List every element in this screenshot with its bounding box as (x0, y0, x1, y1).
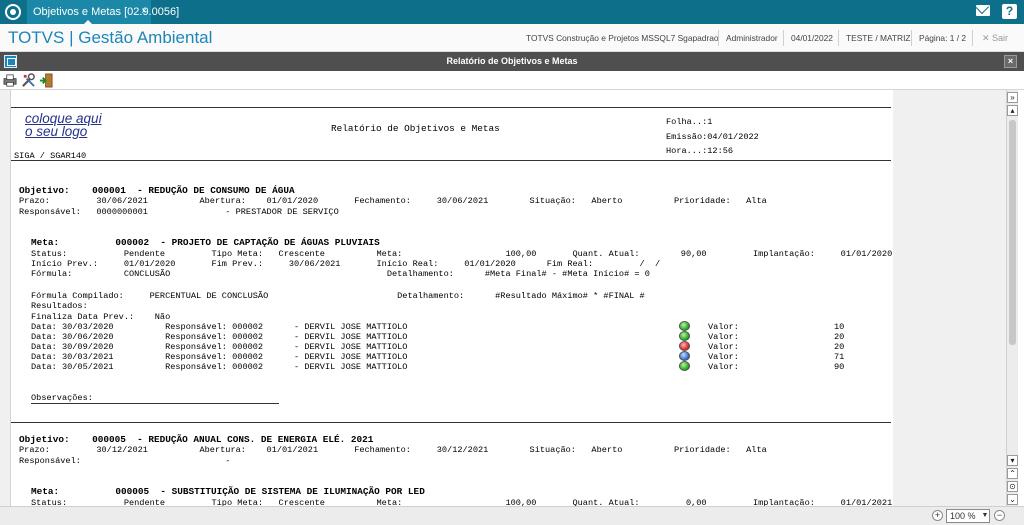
user-info[interactable]: Administrador (726, 24, 778, 52)
result-row: Data: 30/05/2021 Responsável: 000002 - D… (31, 362, 408, 372)
bottom-zoom-bar: + 100 % ▼ − (0, 506, 1024, 525)
result-valor: 90 (834, 362, 845, 372)
divider (11, 107, 891, 108)
status-green-icon (679, 321, 690, 331)
report-emissao: Emissão:04/01/2022 (666, 132, 759, 142)
status-blue-icon (679, 351, 690, 361)
divider (718, 30, 719, 46)
window-title-bar: Relatório de Objetivos e Metas × (0, 52, 1024, 71)
result-valor-label: Valor: (708, 342, 739, 352)
objective-line: Prazo: 30/06/2021 Abertura: 01/01/2020 F… (19, 196, 767, 206)
report-toolbar (0, 71, 1024, 90)
observacoes-label: Observações: (31, 393, 93, 403)
meta-line: Status: Pendente Tipo Meta: Crescente Me… (31, 249, 893, 259)
result-valor-label: Valor: (708, 322, 739, 332)
top-tab-bar: Objetivos e Metas [02.9.0056] × ? (0, 0, 1024, 24)
page-up-icon[interactable]: ⌃ (1007, 468, 1018, 479)
divider (838, 30, 839, 46)
result-valor-label: Valor: (708, 362, 739, 372)
status-green-icon (679, 361, 690, 371)
report-folha: Folha..:1 (666, 117, 713, 127)
settings-tools-icon[interactable] (21, 73, 36, 88)
meta-line: Finaliza Data Prev.: Não (31, 312, 171, 322)
result-valor-label: Valor: (708, 352, 739, 362)
app-header: TOTVS | Gestão Ambiental TOTVS Construçã… (0, 24, 1024, 52)
zoom-in-icon[interactable]: + (932, 510, 943, 521)
date-info[interactable]: 04/01/2022 (791, 24, 833, 52)
divider (11, 422, 891, 423)
result-valor: 10 (834, 322, 845, 332)
result-row: Data: 30/06/2020 Responsável: 000002 - D… (31, 332, 408, 342)
window-menu-icon[interactable] (4, 55, 17, 68)
divider (911, 30, 912, 46)
exit-door-icon[interactable] (39, 73, 54, 88)
report-viewport[interactable]: coloque aqui o seu logo Relatório de Obj… (0, 90, 1006, 506)
zoom-value: 100 % (950, 511, 976, 521)
meta-line: Fórmula Compilado: PERCENTUAL DE CONCLUS… (31, 291, 645, 301)
meta-line: Fórmula: CONCLUSÃO Detalhamento: #Meta F… (31, 269, 650, 279)
result-valor: 20 (834, 332, 845, 342)
window-close-button[interactable]: × (1004, 55, 1017, 68)
tab-label: Objetivos e Metas [02.9.0056] (33, 6, 180, 18)
page-down-icon[interactable]: ⌄ (1007, 494, 1018, 505)
result-valor: 20 (834, 342, 845, 352)
result-valor-label: Valor: (708, 332, 739, 342)
print-icon[interactable] (3, 73, 18, 88)
objective-line: Responsável: 0000000001 - PRESTADOR DE S… (19, 207, 339, 217)
divider (972, 30, 973, 46)
objective-line: Prazo: 30/12/2021 Abertura: 01/01/2021 F… (19, 445, 767, 455)
chevron-down-icon[interactable]: ▼ (980, 510, 990, 522)
scroll-up-icon[interactable]: ▴ (1007, 105, 1018, 116)
page-info: Página: 1 / 2 (919, 33, 967, 43)
meta-line: Resultados: (31, 301, 88, 311)
result-row: Data: 30/03/2020 Responsável: 000002 - D… (31, 322, 408, 332)
scroll-page-right-icon[interactable]: » (1007, 92, 1018, 103)
logo-text-line: o seu logo (25, 124, 88, 139)
help-icon[interactable]: ? (1002, 4, 1017, 19)
report-hora: Hora...:12:56 (666, 146, 734, 156)
report-logo: coloque aqui o seu logo (25, 112, 102, 139)
vertical-scroll-thumb[interactable] (1009, 120, 1016, 345)
app-brand: TOTVS | Gestão Ambiental (8, 28, 213, 47)
objective-title: Objetivo: 000001 - REDUÇÃO DE CONSUMO DE… (19, 185, 295, 196)
result-valor: 71 (834, 352, 845, 362)
totvs-logo-icon[interactable] (5, 4, 21, 20)
company-info[interactable]: TOTVS Construção e Projetos MSSQL7 Sgapa… (526, 24, 719, 52)
meta-line: Início Prev.: 01/01/2020 Fim Prev.: 30/0… (31, 259, 661, 269)
scroll-down-icon[interactable]: ▾ (1007, 455, 1018, 466)
result-row: Data: 30/03/2021 Responsável: 000002 - D… (31, 352, 408, 362)
meta-title: Meta: 000002 - PROJETO DE CAPTAÇÃO DE ÁG… (31, 237, 380, 248)
meta-title: Meta: 000005 - SUBSTITUIÇÃO DE SISTEMA D… (31, 486, 425, 497)
observacoes-line (31, 403, 279, 404)
exit-button[interactable]: ✕ Sair (982, 24, 1008, 52)
window-title: Relatório de Objetivos e Metas (446, 56, 578, 66)
zoom-out-icon[interactable]: − (994, 510, 1005, 521)
branch-info[interactable]: TESTE / MATRIZ (846, 24, 911, 52)
objective-line: Responsável: - (19, 456, 231, 466)
divider (11, 160, 891, 161)
objective-title: Objetivo: 000005 - REDUÇÃO ANUAL CONS. D… (19, 434, 374, 445)
status-red-icon (679, 341, 690, 351)
report-page: coloque aqui o seu logo Relatório de Obj… (10, 90, 893, 506)
mail-icon[interactable] (976, 5, 990, 16)
page-center-icon[interactable]: ⊙ (1007, 481, 1018, 492)
status-green-icon (679, 331, 690, 341)
tab-close-icon[interactable]: × (141, 0, 147, 24)
meta-line: Status: Pendente Tipo Meta: Crescente Me… (31, 498, 893, 506)
divider (783, 30, 784, 46)
result-row: Data: 30/09/2020 Responsável: 000002 - D… (31, 342, 408, 352)
vertical-scrollbar[interactable]: » ▴ ▾ ⌃ ⊙ ⌄ (1006, 90, 1018, 506)
report-title: Relatório de Objetivos e Metas (331, 123, 500, 134)
